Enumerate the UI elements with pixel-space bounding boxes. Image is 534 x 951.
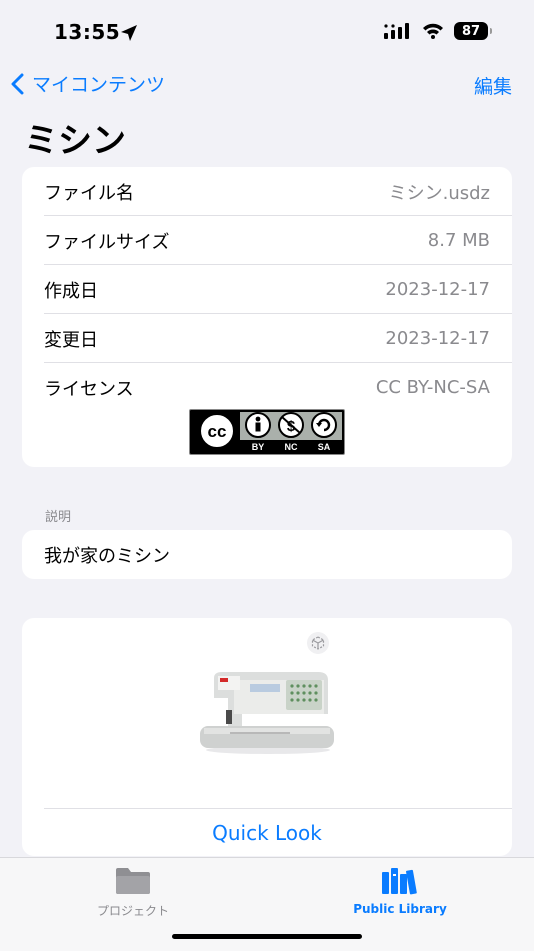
info-value: CC BY-NC-SA	[375, 377, 490, 398]
info-label: ファイル名	[44, 182, 134, 204]
navigation-bar: マイコンテンツ 編集	[0, 62, 534, 106]
info-value: 8.7 MB	[427, 230, 490, 251]
tab-label: Public Library	[353, 902, 447, 916]
badge-part-by: BY	[252, 442, 265, 452]
info-row-license: ライセンス CC BY-NC-SA	[22, 363, 512, 412]
ar-cube-icon[interactable]	[307, 632, 329, 654]
cc-license-badge: cc $ BY NC SA	[189, 409, 345, 455]
signal-icon	[384, 23, 409, 39]
tab-label: プロジェクト	[96, 904, 169, 918]
info-label: 変更日	[44, 329, 98, 351]
info-label: 作成日	[44, 280, 98, 302]
sewing-machine-image[interactable]	[200, 670, 334, 756]
badge-part-nc: NC	[285, 442, 298, 452]
info-value: ミシン.usdz	[388, 182, 490, 204]
badge-part-sa: SA	[318, 442, 331, 452]
page-title: ミシン	[24, 121, 126, 161]
file-info-card: ファイル名 ミシン.usdz ファイルサイズ 8.7 MB 作成日 2023-1…	[22, 167, 512, 467]
info-label: ライセンス	[44, 378, 134, 400]
books-icon	[382, 868, 417, 895]
back-label: マイコンテンツ	[32, 74, 166, 96]
chevron-left-icon	[11, 73, 24, 94]
quick-look-button[interactable]: Quick Look	[22, 821, 512, 845]
status-time: 13:55	[54, 20, 121, 44]
model-preview-card: Quick Look	[22, 618, 512, 856]
status-icons: 87	[384, 22, 492, 40]
cc-by-nc-sa-icon: cc $ BY NC SA	[191, 411, 343, 453]
description-section-label: 説明	[45, 510, 72, 525]
info-row-filesize: ファイルサイズ 8.7 MB	[22, 216, 512, 265]
info-row-filename: ファイル名 ミシン.usdz	[22, 167, 512, 216]
home-indicator[interactable]	[172, 934, 362, 939]
divider	[44, 808, 512, 809]
tab-projects[interactable]: プロジェクト	[33, 866, 233, 919]
description-card: 我が家のミシン	[22, 530, 512, 579]
description-text: 我が家のミシン	[44, 545, 170, 567]
folder-icon	[116, 868, 150, 894]
status-bar: 13:55 87	[0, 0, 534, 60]
battery-level: 87	[461, 23, 481, 39]
info-value: 2023-12-17	[385, 328, 490, 349]
info-row-created: 作成日 2023-12-17	[22, 265, 512, 314]
edit-button[interactable]: 編集	[474, 72, 512, 99]
info-row-modified: 変更日 2023-12-17	[22, 314, 512, 363]
battery-icon: 87	[454, 22, 492, 40]
wifi-icon	[423, 23, 443, 39]
tab-public-library[interactable]: Public Library	[300, 866, 500, 916]
location-arrow-icon	[121, 25, 137, 41]
info-label: ファイルサイズ	[44, 231, 170, 253]
info-value: 2023-12-17	[385, 279, 490, 300]
back-button[interactable]: マイコンテンツ	[10, 70, 165, 97]
svg-text:cc: cc	[208, 422, 227, 441]
